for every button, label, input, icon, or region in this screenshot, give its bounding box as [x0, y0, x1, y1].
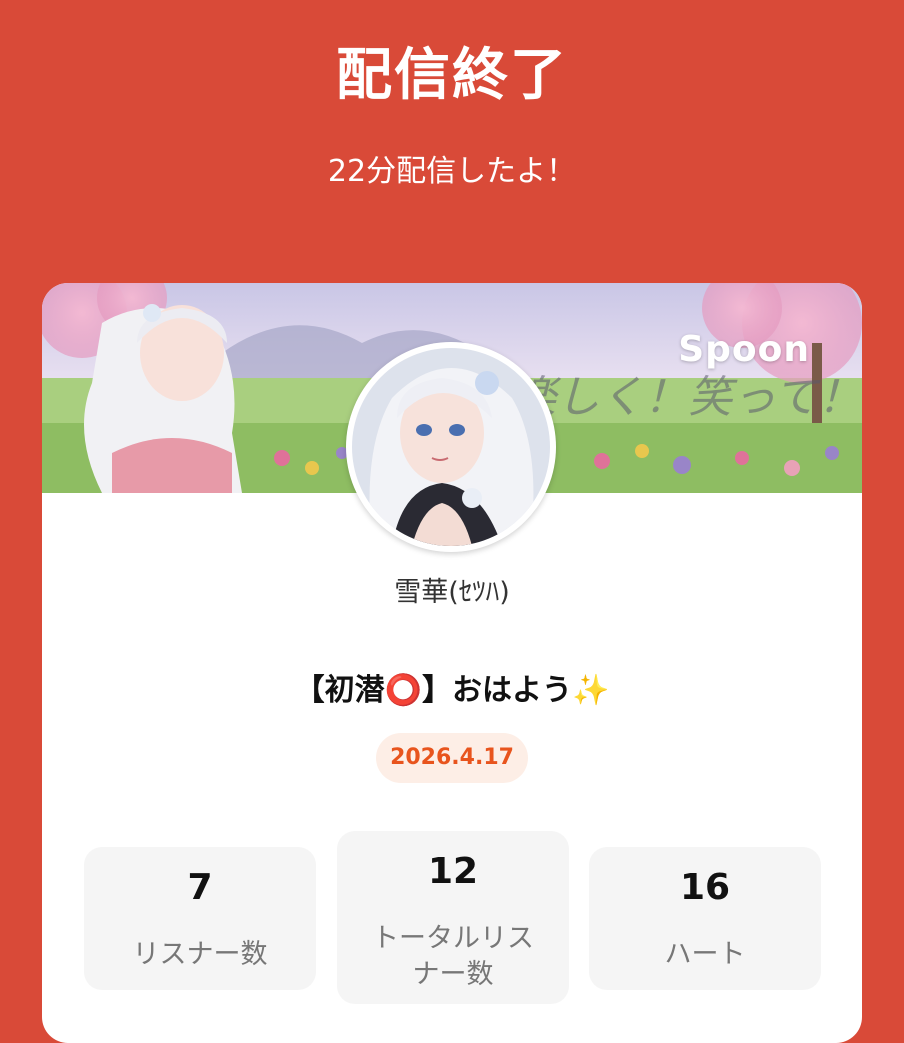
- username: 雪華(ｾﾂﾊ): [394, 577, 510, 608]
- stat-value: 12: [427, 851, 479, 892]
- stat-total-listeners: 12 トータルリス ナー数: [337, 831, 569, 1004]
- banner-slogan: 楽しく！笑って！: [512, 372, 862, 423]
- stat-hearts: 16 ハート: [589, 847, 821, 990]
- date-badge: 2026.4.17: [376, 733, 528, 783]
- page-title: 配信終了: [336, 43, 568, 108]
- avatar[interactable]: [346, 342, 556, 552]
- spoon-logo: Spoon: [678, 329, 810, 370]
- avatar-image: [352, 348, 550, 546]
- stat-value: 7: [187, 867, 213, 908]
- stat-listeners: 7 リスナー数: [84, 847, 316, 990]
- stat-label-line1: トータルリス: [372, 923, 534, 954]
- broadcast-duration-text: 22分配信したよ！: [327, 154, 577, 189]
- stat-label-line2: ナー数: [412, 959, 494, 990]
- stat-value: 16: [679, 867, 731, 908]
- live-title: 【初潜⭕】おはよう✨: [294, 673, 610, 708]
- stat-label: ハート: [664, 939, 746, 970]
- stat-label: リスナー数: [132, 939, 268, 970]
